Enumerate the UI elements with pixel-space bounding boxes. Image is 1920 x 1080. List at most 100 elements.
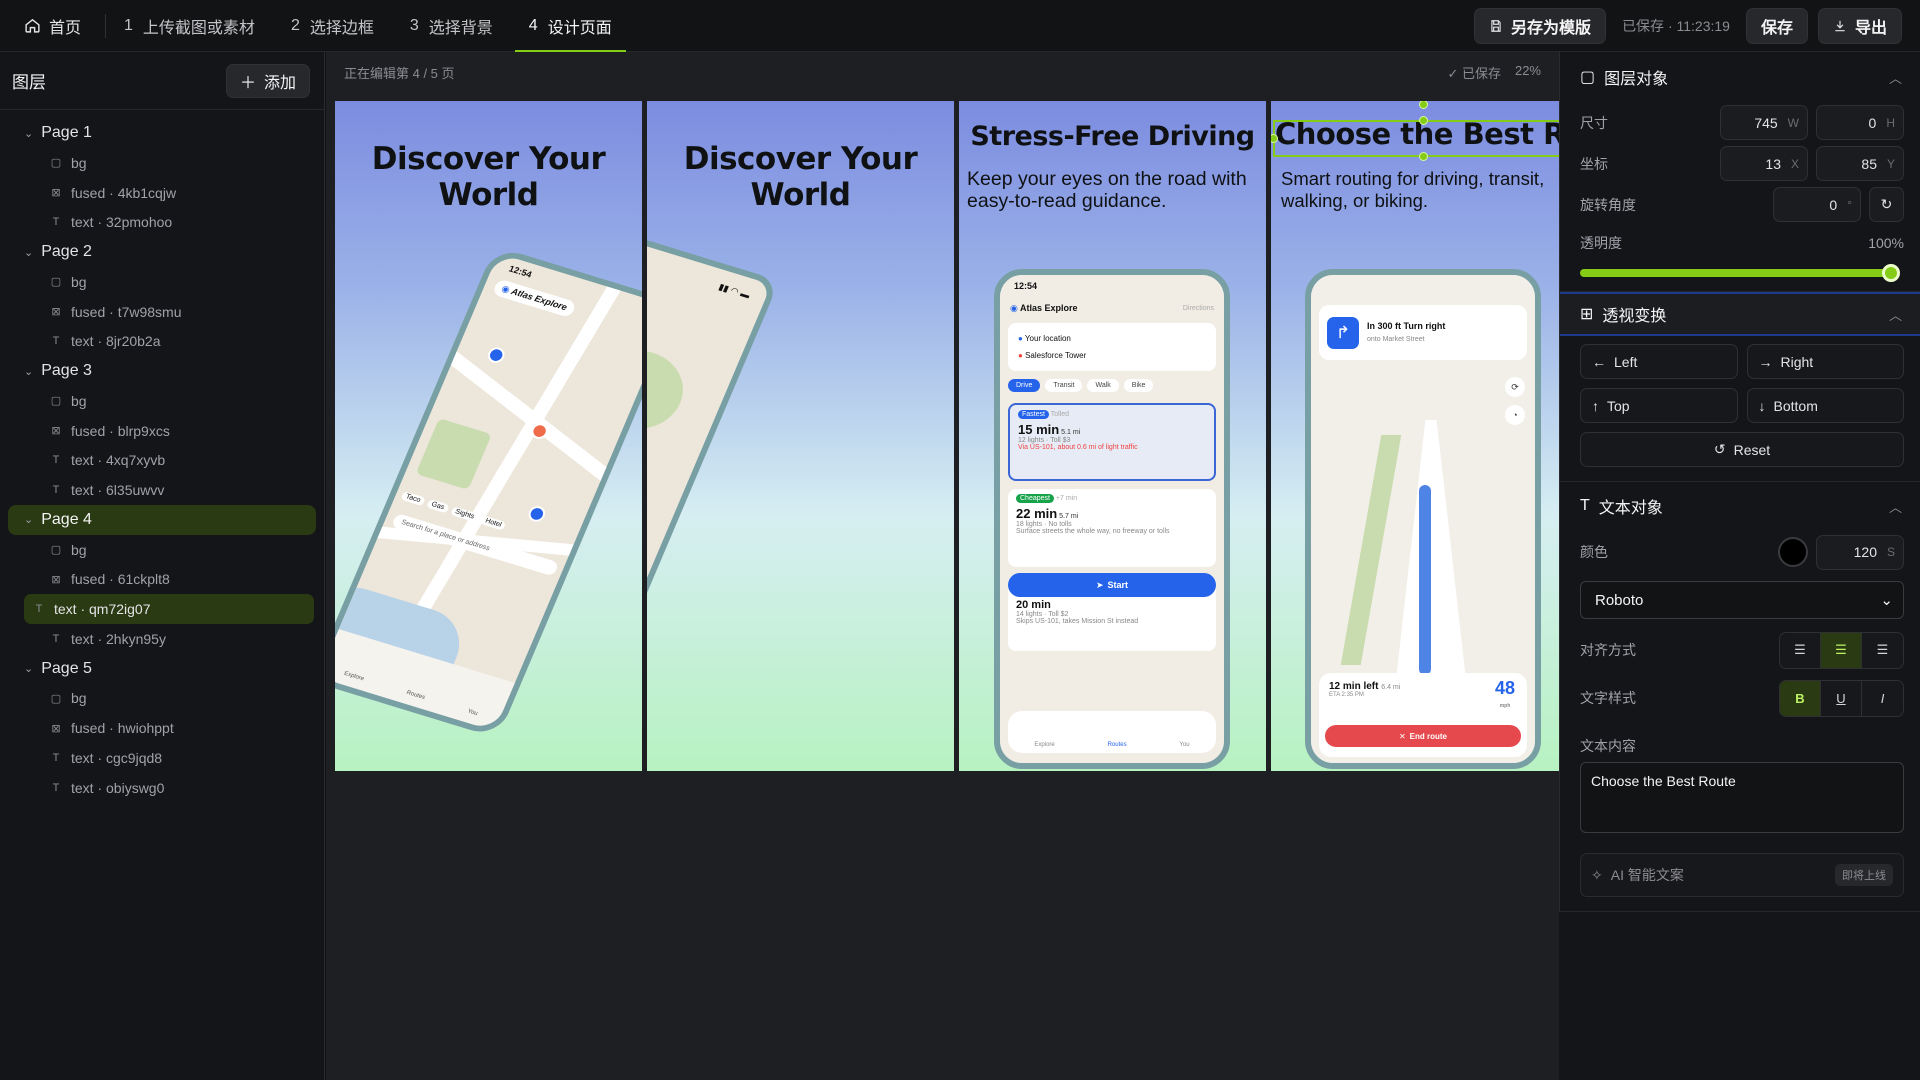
slider-handle[interactable] — [1882, 264, 1900, 282]
route-card-fastest[interactable]: Fastest Tolled 15 min 5.1 mi 12 lights ·… — [1008, 403, 1216, 481]
design-canvas[interactable]: 正在编辑第 4 / 5 页 ✓ 已保存 22% Discover Your Wo… — [326, 52, 1559, 1080]
page-headline[interactable]: Discover Your World — [335, 141, 642, 213]
section-header[interactable]: T 文本对象 ︿ — [1560, 482, 1920, 530]
layer-item[interactable]: ▢ bg — [24, 148, 314, 178]
layer-item[interactable]: Ttext · cgc9jqd8 — [24, 743, 314, 773]
step-design[interactable]: 4 设计页面 — [511, 0, 630, 52]
chevron-up-icon[interactable]: ︿ — [1889, 305, 1902, 324]
italic-button[interactable]: I — [1862, 680, 1903, 716]
font-select[interactable]: Roboto ⌄ — [1580, 581, 1904, 619]
tab-explore[interactable]: Explore — [1034, 742, 1054, 748]
tab-you[interactable]: You — [1179, 742, 1189, 748]
page-preview-1[interactable]: Discover Your World 12:54 ◉ Atlas Explor… — [335, 101, 642, 771]
layer-item[interactable]: ⊠ fused · hwiohppt — [24, 713, 314, 743]
font-size-input[interactable]: 120 S — [1816, 534, 1904, 570]
content-row: 文本内容 — [1560, 722, 1920, 756]
route-card-cheapest[interactable]: Cheapest +7 min 22 min 5.7 mi 18 lights … — [1008, 489, 1216, 567]
layer-item[interactable]: ▢ bg — [24, 267, 314, 297]
chevron-down-icon[interactable]: ⌄ — [24, 513, 33, 526]
page-subtitle[interactable]: Keep your eyes on the road with easy-to-… — [967, 168, 1260, 212]
layer-item[interactable]: Ttext · 2hkyn95y — [24, 624, 314, 654]
layer-page[interactable]: ⌄ Page 3 — [8, 356, 316, 386]
page-subtitle[interactable]: Smart routing for driving, transit, walk… — [1281, 168, 1555, 212]
width-input[interactable]: 745 W — [1720, 105, 1808, 140]
tab-explore[interactable]: Explore — [343, 671, 365, 683]
end-route-button[interactable]: ✕ End route — [1325, 725, 1521, 747]
align-center-icon[interactable]: ☰ — [1821, 632, 1862, 668]
layer-item-selected[interactable]: Ttext · qm72ig07 — [24, 594, 314, 624]
chevron-down-icon[interactable]: ⌄ — [24, 127, 33, 140]
mute-icon[interactable]: ◔ — [1505, 405, 1525, 425]
layer-item[interactable]: ⊠ fused · t7w98smu — [24, 297, 314, 327]
perspective-bottom-button[interactable]: ↓ Bottom — [1746, 388, 1904, 423]
rotate-handle[interactable] — [1419, 101, 1428, 109]
y-input[interactable]: 85 Y — [1816, 146, 1904, 181]
perspective-left-button[interactable]: ← Left — [1580, 344, 1738, 379]
step-frame[interactable]: 2 选择边框 — [273, 0, 392, 51]
page-preview-3[interactable]: Stress-Free Driving Keep your eyes on th… — [959, 101, 1266, 771]
page-headline[interactable]: Stress-Free Driving — [959, 121, 1266, 152]
chevron-down-icon[interactable]: ⌄ — [24, 662, 33, 675]
layer-item[interactable]: ⊠ fused · blrp9xcs — [24, 416, 314, 446]
resize-handle-top[interactable] — [1419, 116, 1428, 125]
bold-button[interactable]: B — [1780, 680, 1821, 716]
perspective-right-button[interactable]: → Right — [1746, 344, 1904, 379]
mode-transit[interactable]: Transit — [1045, 379, 1083, 392]
destination-field[interactable]: ● Salesforce Tower — [1018, 347, 1206, 364]
align-left-icon[interactable]: ☰ — [1780, 632, 1821, 668]
tab-you[interactable]: You — [466, 709, 478, 718]
ai-copy-button[interactable]: ✧ AI 智能文案 即将上线 — [1580, 853, 1904, 897]
align-right-icon[interactable]: ☰ — [1862, 632, 1903, 668]
layer-item[interactable]: ⊠ fused · 4kb1cqjw — [24, 178, 314, 208]
chevron-down-icon[interactable]: ⌄ — [24, 246, 33, 259]
rotation-input[interactable]: 0 ° — [1773, 187, 1861, 222]
layer-page[interactable]: ⌄ Page 2 — [8, 237, 316, 267]
layer-item[interactable]: ⊠ fused · 61ckplt8 — [24, 565, 314, 595]
perspective-top-button[interactable]: ↑ Top — [1580, 388, 1738, 423]
page-preview-4[interactable]: Choose the Best Route Smart routing for … — [1271, 101, 1559, 771]
color-swatch[interactable] — [1778, 537, 1808, 567]
save-button[interactable]: 保存 — [1745, 7, 1808, 44]
layer-item[interactable]: Ttext · 4xq7xyvb — [24, 446, 314, 476]
tab-routes[interactable]: Routes — [405, 690, 426, 701]
save-template-button[interactable]: 另存为模版 — [1474, 7, 1607, 44]
resize-handle-bottom[interactable] — [1419, 152, 1428, 161]
chevron-up-icon[interactable]: ︿ — [1889, 497, 1902, 516]
text-content-input[interactable]: Choose the Best Route — [1580, 762, 1904, 833]
layer-page-selected[interactable]: ⌄ Page 4 — [8, 504, 316, 535]
mode-bike[interactable]: Bike — [1123, 379, 1154, 392]
tab-routes[interactable]: Routes — [1108, 742, 1127, 748]
reset-rotation-button[interactable]: ↻ — [1869, 187, 1904, 222]
zoom-level[interactable]: 22% — [1515, 63, 1541, 82]
step-upload[interactable]: 1 上传截图或素材 — [106, 0, 273, 51]
layer-item[interactable]: Ttext · obiyswg0 — [24, 773, 314, 803]
page-headline[interactable]: Discover Your World — [647, 141, 954, 213]
underline-button[interactable]: U — [1821, 680, 1862, 716]
section-header[interactable]: ▢ 图层对象 ︿ — [1560, 52, 1920, 102]
layer-item[interactable]: ▢ bg — [24, 535, 314, 565]
home-link[interactable]: 首页 — [0, 0, 105, 51]
layer-item[interactable]: ▢ bg — [24, 386, 314, 416]
section-header[interactable]: ⊞ 透视变换 ︿ — [1560, 292, 1920, 336]
recenter-icon[interactable]: ⟳ — [1505, 377, 1525, 397]
chevron-up-icon[interactable]: ︿ — [1889, 68, 1902, 87]
mode-walk[interactable]: Walk — [1087, 379, 1119, 392]
layer-item[interactable]: Ttext · 32pmohoo — [24, 207, 314, 237]
layer-item[interactable]: Ttext · 8jr20b2a — [24, 326, 314, 356]
step-background[interactable]: 3 选择背景 — [392, 0, 511, 51]
x-input[interactable]: 13 X — [1720, 146, 1808, 181]
layer-item[interactable]: Ttext · 6l35uwvv — [24, 475, 314, 505]
opacity-slider[interactable] — [1580, 264, 1900, 282]
page-preview-2[interactable]: Discover Your World ▮▮ ◠ ▬ — [647, 101, 954, 771]
height-input[interactable]: 0H — [1816, 105, 1904, 140]
layer-item[interactable]: ▢ bg — [24, 684, 314, 714]
start-button[interactable]: ➤ Start — [1008, 573, 1216, 597]
mode-drive[interactable]: Drive — [1008, 379, 1041, 392]
chevron-down-icon[interactable]: ⌄ — [24, 365, 33, 378]
origin-field[interactable]: ● Your location — [1018, 330, 1206, 347]
export-button[interactable]: 导出 — [1817, 7, 1902, 44]
add-layer-button[interactable]: ＋ 添加 — [225, 63, 310, 98]
layer-page[interactable]: ⌄ Page 5 — [8, 654, 316, 684]
reset-perspective-button[interactable]: ↺ Reset — [1580, 432, 1904, 467]
layer-page[interactable]: ⌄ Page 1 — [8, 118, 316, 148]
